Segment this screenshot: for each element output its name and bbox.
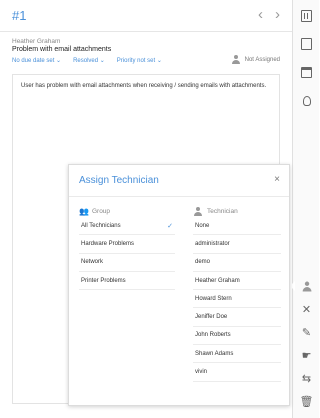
technician-item[interactable]: Heather Graham (193, 272, 281, 291)
close-icon[interactable]: × (274, 174, 280, 186)
active-pointer (290, 281, 295, 291)
group-label: All Technicians (81, 222, 121, 229)
technician-label: administrator (195, 240, 230, 247)
group-label: Network (81, 259, 104, 266)
group-header-label: Group (91, 208, 111, 215)
properties-icon[interactable] (293, 6, 320, 26)
technician-item[interactable]: demo (193, 254, 281, 272)
technician-header-label: Technician (207, 208, 238, 215)
technician-item[interactable]: John Roberts (193, 327, 281, 346)
technician-label: John Roberts (195, 332, 231, 339)
group-item[interactable]: Hardware Problems (79, 235, 175, 254)
group-item[interactable]: Network (79, 254, 175, 272)
due-date-label: No due date set (12, 58, 55, 64)
technician-label: Howard Stern (195, 295, 232, 302)
due-date-dropdown[interactable]: No due date set ⌄ (12, 57, 61, 67)
technician-label: None (195, 222, 210, 229)
assign-icon[interactable] (293, 276, 320, 296)
technician-item[interactable]: vivin (193, 363, 281, 382)
conversation-icon[interactable] (293, 34, 320, 54)
priority-dropdown[interactable]: Priority not set ⌄ (117, 57, 162, 67)
technician-label: demo (195, 259, 211, 266)
technician-icon (193, 207, 202, 216)
ticket-header: #1 ‹ › (0, 0, 292, 32)
requester-name[interactable]: Heather Graham (12, 38, 60, 45)
technician-icon (232, 55, 241, 64)
group-icon: 👥 (79, 207, 89, 216)
description-text: User has problem with email attachments … (21, 83, 267, 89)
assign-technician-dialog: Assign Technician × 👥 Group Technician A… (68, 164, 290, 406)
edit-icon[interactable]: ✎ (293, 322, 320, 342)
ticket-meta-row: No due date set ⌄ Resolved ⌄ Priority no… (12, 57, 162, 67)
technician-label: vivin (195, 369, 208, 376)
calendar-icon[interactable] (293, 62, 320, 82)
pickup-icon[interactable]: ☛ (293, 345, 320, 365)
assignee-label: Not Assigned (244, 56, 280, 63)
assignee-button[interactable]: Not Assigned (232, 55, 280, 64)
group-column-header: 👥 Group (79, 207, 110, 216)
checkmark-icon: ✓ (167, 222, 173, 230)
group-item[interactable]: All Technicians ✓ (79, 217, 175, 236)
move-icon[interactable]: ⇆ (293, 368, 320, 388)
technician-item[interactable]: Shawn Adams (193, 345, 281, 364)
technician-label: Shawn Adams (195, 350, 234, 357)
technician-label: Jeniffer Doe (195, 314, 228, 321)
group-label: Hardware Problems (81, 240, 135, 247)
ticket-id: #1 (12, 8, 27, 23)
technician-list: None administrator demo Heather Graham H… (193, 217, 281, 382)
right-toolbar: ✕ ✎ ☛ ⇆ 🗑 (290, 0, 320, 418)
dialog-title: Assign Technician (79, 175, 159, 186)
group-list: All Technicians ✓ Hardware Problems Netwo… (79, 217, 175, 291)
next-ticket-icon[interactable]: › (275, 7, 280, 23)
status-dropdown[interactable]: Resolved ⌄ (73, 57, 105, 67)
bulb-icon[interactable] (293, 91, 320, 111)
priority-label: Priority not set (116, 58, 156, 64)
status-label: Resolved (73, 58, 99, 64)
group-item[interactable]: Printer Problems (79, 272, 175, 291)
ticket-subject: Problem with email attachments (12, 46, 112, 53)
dialog-header: Assign Technician × (69, 165, 289, 197)
technician-item[interactable]: Howard Stern (193, 290, 281, 309)
technician-item[interactable]: administrator (193, 235, 281, 254)
previous-ticket-icon[interactable]: ‹ (258, 7, 263, 23)
close-ticket-icon[interactable]: ✕ (293, 299, 320, 319)
delete-icon[interactable]: 🗑 (293, 391, 320, 411)
technician-column-header: Technician (193, 207, 238, 216)
group-label: Printer Problems (81, 277, 126, 284)
technician-item[interactable]: None (193, 217, 281, 236)
technician-label: Heather Graham (195, 277, 240, 284)
technician-item[interactable]: Jeniffer Doe (193, 308, 281, 327)
